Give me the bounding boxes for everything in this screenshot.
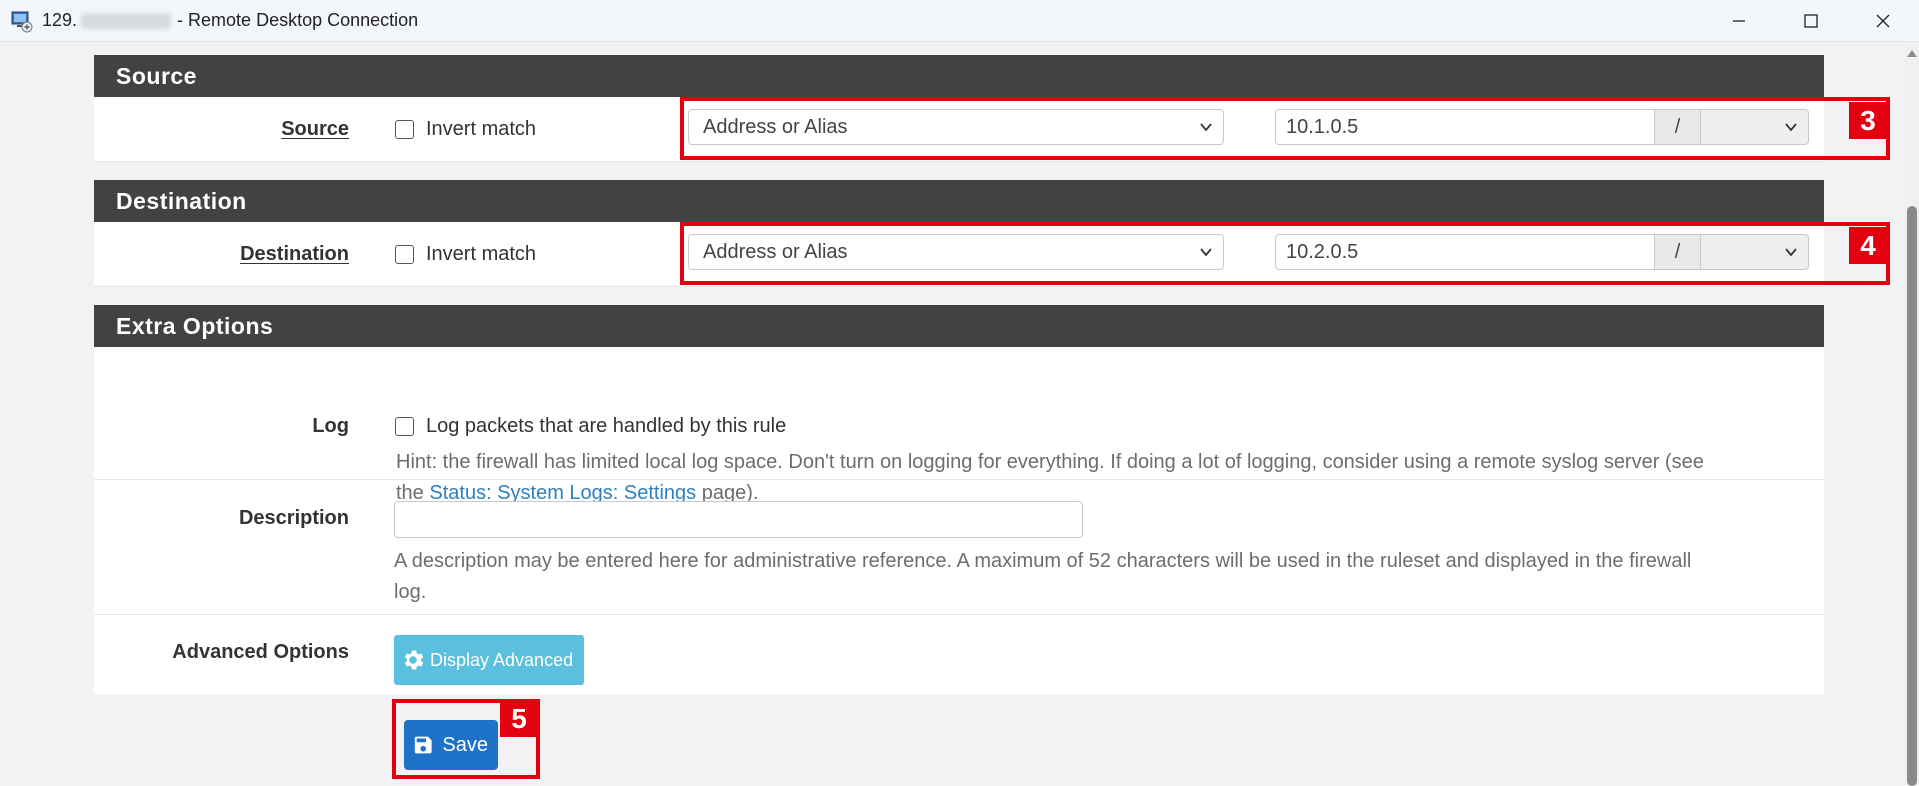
description-input[interactable]: [394, 501, 1083, 538]
window-title: 129. - Remote Desktop Connection: [42, 10, 418, 31]
close-icon: [1876, 14, 1890, 28]
description-hint-end: log.: [394, 581, 427, 603]
annotation-box-3: [680, 97, 1890, 160]
advanced-options-row: Advanced Options Display Advanced: [94, 615, 1824, 694]
minimize-button[interactable]: [1703, 0, 1775, 42]
source-label: Source: [281, 118, 349, 140]
source-invert-label: Invert match: [426, 118, 537, 140]
window-title-prefix: 129.: [42, 10, 78, 30]
destination-label: Destination: [240, 243, 349, 265]
close-button[interactable]: [1847, 0, 1919, 42]
display-advanced-button[interactable]: Display Advanced: [394, 635, 584, 685]
scroll-up-arrow-icon[interactable]: [1907, 50, 1917, 57]
destination-invert-label: Invert match: [426, 243, 537, 265]
source-invert-checkbox[interactable]: [395, 120, 414, 139]
gear-icon: [404, 650, 424, 670]
log-row: Log Log packets that are handled by this…: [94, 347, 1824, 504]
description-label: Description: [238, 507, 349, 529]
log-label: Log: [312, 415, 349, 437]
source-panel-header: Source: [94, 55, 1824, 97]
display-advanced-label: Display Advanced: [430, 649, 574, 670]
description-row: Description A description may be entered…: [94, 480, 1824, 615]
redacted-address: [81, 12, 172, 29]
log-checkbox[interactable]: [395, 417, 414, 436]
destination-invert-checkbox[interactable]: [395, 245, 414, 264]
annotation-box-4: [680, 222, 1890, 285]
annotation-badge-4: 4: [1849, 227, 1887, 264]
annotation-badge-3: 3: [1849, 102, 1887, 139]
extra-options-panel: Extra Options Log Log packets that are h…: [94, 305, 1824, 694]
remote-desktop-icon: [10, 9, 34, 33]
window-titlebar: 129. - Remote Desktop Connection: [0, 0, 1919, 42]
scrollbar-thumb[interactable]: [1907, 206, 1917, 786]
extra-options-panel-header: Extra Options: [94, 305, 1824, 347]
description-hint-text: A description may be entered here for ad…: [394, 550, 1692, 572]
maximize-button[interactable]: [1775, 0, 1847, 42]
advanced-options-label: Advanced Options: [172, 641, 349, 663]
description-hint: A description may be entered here for ad…: [394, 546, 1794, 608]
log-checkbox-label: Log packets that are handled by this rul…: [426, 415, 787, 437]
window-title-suffix: - Remote Desktop Connection: [177, 10, 419, 30]
annotation-badge-5: 5: [500, 700, 538, 737]
window-controls: [1703, 0, 1919, 42]
destination-panel-header: Destination: [94, 180, 1824, 222]
minimize-icon: [1733, 20, 1745, 22]
log-hint-text: Hint: the firewall has limited local log…: [396, 451, 1704, 473]
maximize-icon: [1804, 14, 1818, 28]
